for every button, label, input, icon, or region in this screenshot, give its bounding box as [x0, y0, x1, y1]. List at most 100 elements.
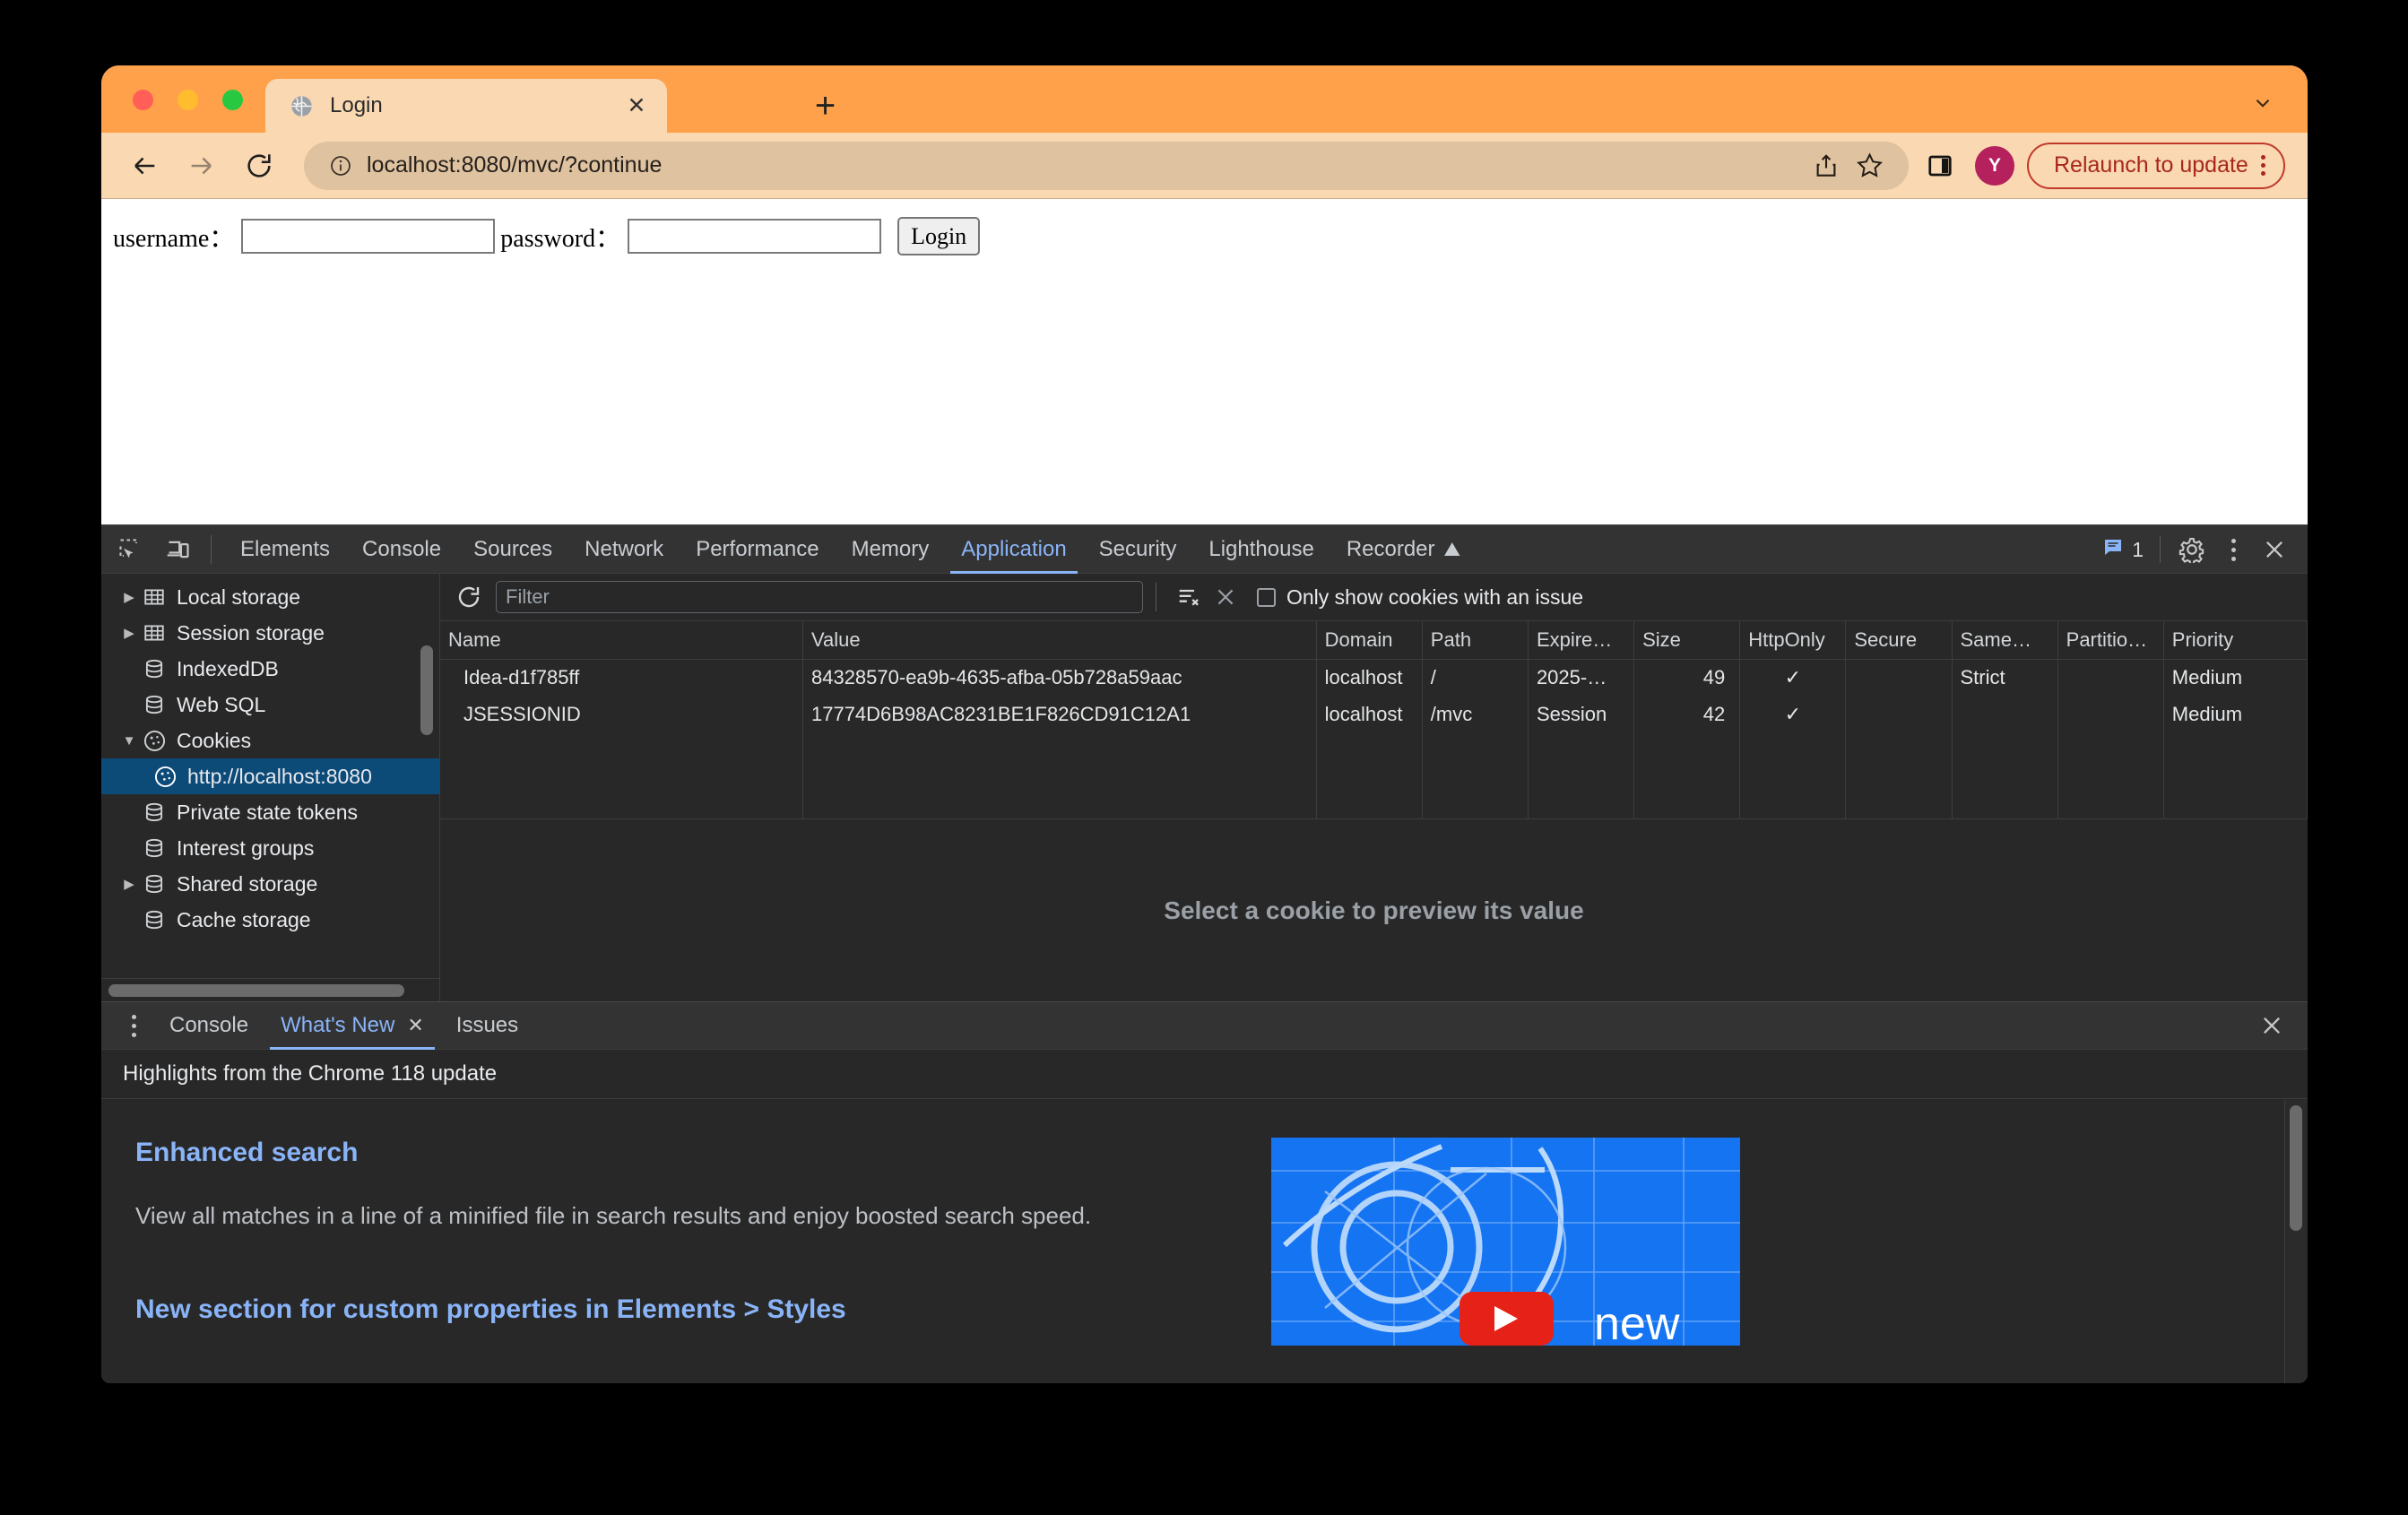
sidebar-item-private-state-tokens[interactable]: Private state tokens [101, 794, 439, 830]
avatar[interactable]: Y [1975, 146, 2014, 186]
sidebar-item-local-storage[interactable]: ▶ Local storage [101, 579, 439, 615]
login-button[interactable]: Login [897, 217, 980, 255]
refresh-icon[interactable] [449, 577, 489, 617]
tab-console[interactable]: Console [346, 525, 457, 574]
cell-size: 42 [1634, 696, 1740, 732]
delete-all-icon[interactable] [1169, 578, 1207, 616]
drawer-tab-issues[interactable]: Issues [440, 1002, 534, 1050]
more-vertical-icon[interactable] [114, 1006, 153, 1045]
column-header-domain[interactable]: Domain [1316, 621, 1422, 659]
column-header-httponly[interactable]: HttpOnly [1740, 621, 1846, 659]
devtools-tabbar: Elements Console Sources Network Perform… [101, 525, 2308, 574]
more-vertical-icon[interactable] [2213, 529, 2254, 570]
column-header-priority[interactable]: Priority [2163, 621, 2307, 659]
side-panel-icon[interactable] [1918, 144, 1962, 187]
column-header-secure[interactable]: Secure [1846, 621, 1952, 659]
table-row[interactable]: JSESSIONID 17774D6B98AC8231BE1F826CD91C1… [440, 696, 2308, 732]
column-header-expires[interactable]: Expire… [1528, 621, 1633, 659]
sidebar-item-cookies[interactable]: ▼ Cookies [101, 723, 439, 758]
column-header-name[interactable]: Name [440, 621, 802, 659]
column-header-size[interactable]: Size [1634, 621, 1740, 659]
chevron-right-icon[interactable]: ▶ [117, 589, 141, 605]
window-minimize-button[interactable] [178, 90, 198, 110]
tab-memory[interactable]: Memory [836, 525, 946, 574]
whats-new-heading-2[interactable]: New section for custom properties in Ele… [135, 1294, 1238, 1325]
info-circle-icon[interactable] [329, 154, 352, 177]
tab-security[interactable]: Security [1083, 525, 1193, 574]
filter-input[interactable] [496, 581, 1143, 613]
browser-tab[interactable]: Login ✕ [265, 79, 667, 133]
address-bar[interactable]: localhost:8080/mvc/?continue [304, 142, 1909, 190]
drawer-tab-console[interactable]: Console [153, 1002, 264, 1050]
column-header-partition[interactable]: Partitio… [2057, 621, 2163, 659]
sidebar-item-interest-groups[interactable]: Interest groups [101, 830, 439, 866]
drawer-tab-whats-new[interactable]: What's New ✕ [264, 1002, 440, 1050]
sidebar-item-web-sql[interactable]: Web SQL [101, 687, 439, 723]
whats-new-scrollbar[interactable] [2290, 1105, 2302, 1231]
table-row[interactable]: Idea-d1f785ff 84328570-ea9b-4635-afba-05… [440, 659, 2308, 696]
device-toolbar-icon[interactable] [159, 530, 198, 569]
close-icon[interactable]: ✕ [619, 88, 654, 124]
whats-new-scrollbar-track [2284, 1100, 2308, 1383]
storage-tree: ▶ Local storage ▶ Session storage [101, 574, 439, 938]
whats-new-video-thumbnail[interactable]: new [1271, 1138, 1740, 1346]
star-icon[interactable] [1848, 144, 1891, 187]
globe-icon [290, 94, 314, 118]
only-show-issues-checkbox[interactable]: Only show cookies with an issue [1257, 585, 1583, 610]
username-input[interactable] [241, 219, 495, 254]
arrow-right-icon[interactable] [178, 143, 225, 189]
cookies-table-container[interactable]: Name Value Domain Path Expire… Size Http… [440, 620, 2308, 818]
tab-sources[interactable]: Sources [457, 525, 568, 574]
cell-secure [1846, 659, 1952, 696]
sidebar-vertical-scrollbar[interactable] [420, 645, 433, 735]
cell-domain: localhost [1316, 659, 1422, 696]
tab-recorder[interactable]: Recorder ⛰ [1330, 525, 1477, 574]
inspect-element-icon[interactable] [110, 530, 150, 569]
chevron-down-icon[interactable]: ▼ [117, 733, 141, 749]
tab-performance[interactable]: Performance [680, 525, 835, 574]
share-icon[interactable] [1805, 144, 1848, 187]
sidebar-item-cache-storage[interactable]: Cache storage [101, 902, 439, 938]
column-header-value[interactable]: Value [802, 621, 1316, 659]
sidebar-item-indexeddb[interactable]: IndexedDB [101, 651, 439, 687]
window-close-button[interactable] [133, 90, 153, 110]
clear-filter-icon[interactable] [1207, 578, 1244, 616]
tab-lighthouse[interactable]: Lighthouse [1192, 525, 1330, 574]
reload-icon[interactable] [236, 143, 282, 189]
whats-new-text-column: Enhanced search View all matches in a li… [135, 1138, 1238, 1325]
drawer-tab-label: What's New [281, 1013, 394, 1038]
window-maximize-button[interactable] [222, 90, 243, 110]
chevron-right-icon[interactable]: ▶ [117, 625, 141, 641]
relaunch-to-update-button[interactable]: Relaunch to update [2027, 143, 2285, 189]
close-icon[interactable]: ✕ [407, 1014, 423, 1037]
cell-name: JSESSIONID [440, 696, 802, 732]
chevron-right-icon[interactable]: ▶ [117, 876, 141, 892]
devtools-tabbar-right: 1 [2102, 525, 2295, 574]
issues-badge[interactable]: 1 [2102, 536, 2144, 563]
arrow-left-icon[interactable] [121, 143, 168, 189]
tab-label: Elements [240, 537, 330, 562]
sidebar-horizontal-scrollbar[interactable] [108, 984, 404, 997]
drawer-close-icon[interactable] [2252, 1006, 2291, 1045]
divider [2160, 536, 2161, 563]
more-vertical-icon[interactable] [2261, 155, 2265, 176]
close-icon[interactable] [2254, 529, 2295, 570]
whats-new-header: Highlights from the Chrome 118 update [101, 1050, 2308, 1099]
tab-network[interactable]: Network [568, 525, 680, 574]
whats-new-heading-1[interactable]: Enhanced search [135, 1138, 1238, 1168]
new-tab-button[interactable]: + [805, 85, 845, 126]
tab-elements[interactable]: Elements [224, 525, 346, 574]
tab-label: Memory [852, 537, 930, 562]
chevron-down-icon[interactable] [2245, 85, 2281, 121]
drawer-tab-label: Console [169, 1013, 248, 1038]
sidebar-item-session-storage[interactable]: ▶ Session storage [101, 615, 439, 651]
column-header-path[interactable]: Path [1422, 621, 1528, 659]
window-controls [133, 90, 243, 110]
password-input[interactable] [628, 219, 881, 254]
sidebar-item-shared-storage[interactable]: ▶ Shared storage [101, 866, 439, 902]
sidebar-item-cookie-origin[interactable]: http://localhost:8080 [101, 758, 439, 794]
checkbox-box[interactable] [1257, 588, 1276, 607]
tab-application[interactable]: Application [945, 525, 1082, 574]
column-header-samesite[interactable]: Same… [1952, 621, 2057, 659]
gear-icon[interactable] [2171, 529, 2213, 570]
